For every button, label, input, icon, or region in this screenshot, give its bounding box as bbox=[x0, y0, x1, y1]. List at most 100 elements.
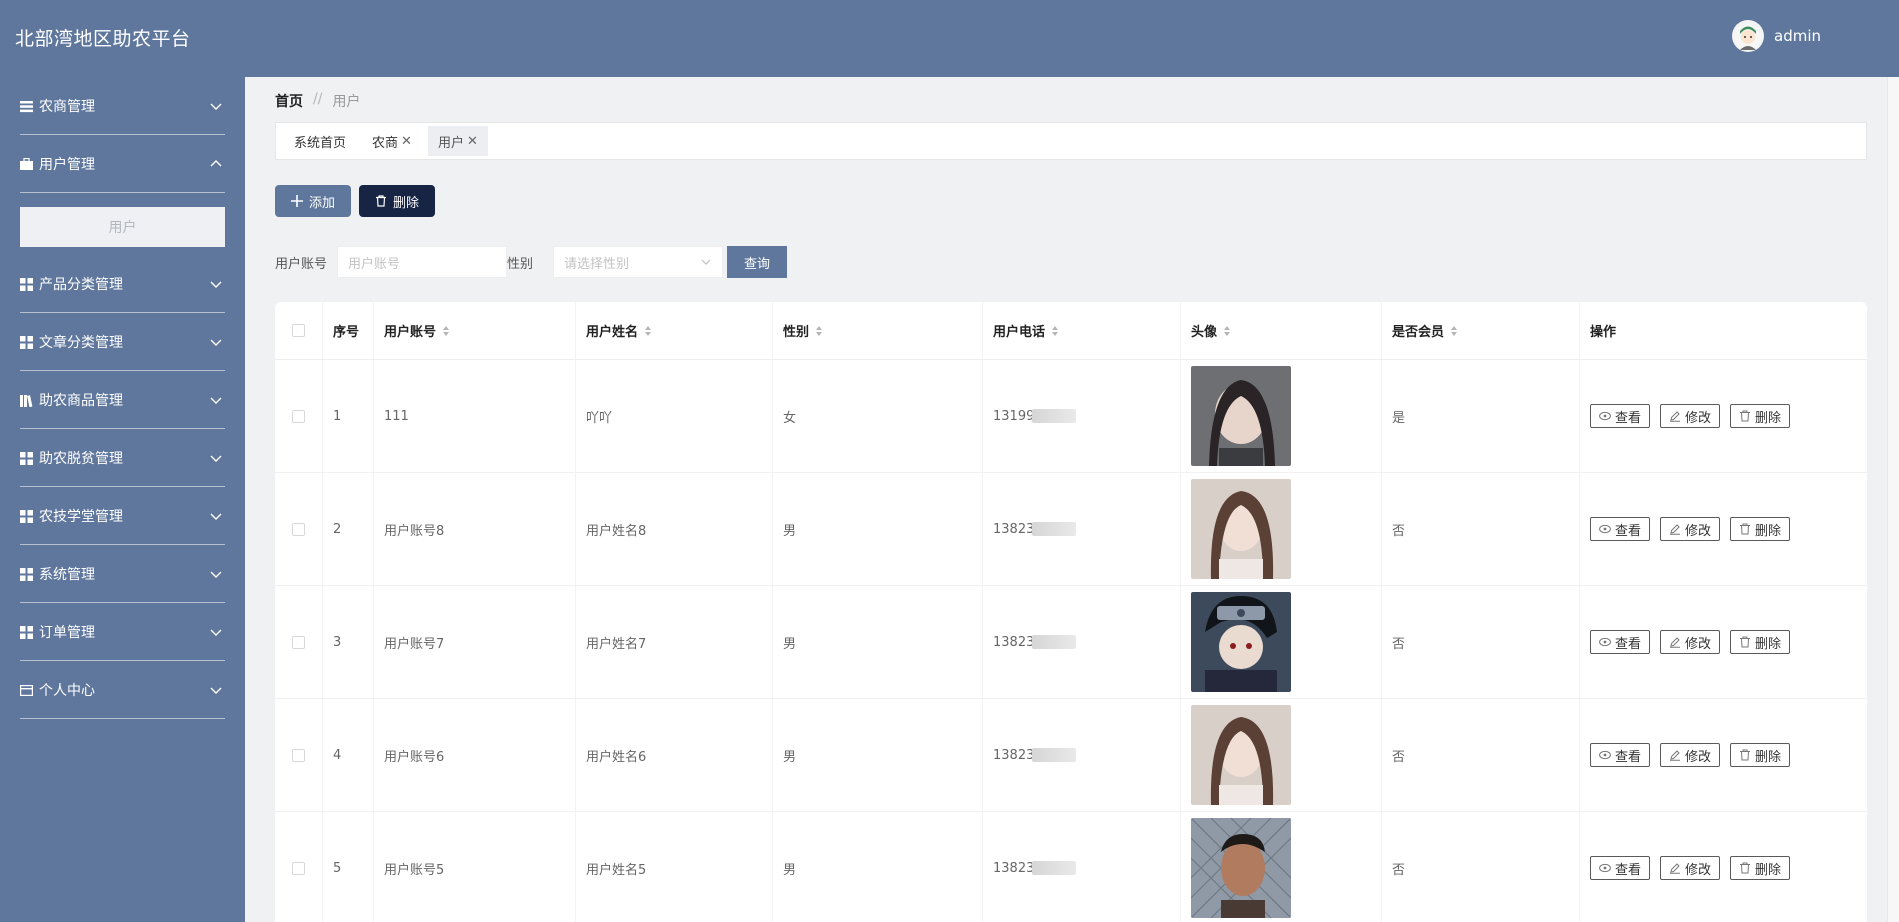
edit-button[interactable]: 修改 bbox=[1660, 630, 1721, 654]
sidebar-item-personal-center[interactable]: 个人中心 bbox=[0, 661, 245, 719]
column-header-label: 用户电话 bbox=[993, 325, 1046, 340]
sidebar-item-product-category[interactable]: 产品分类管理 bbox=[0, 255, 245, 313]
chevron-down-icon bbox=[210, 397, 222, 404]
view-button[interactable]: 查看 bbox=[1590, 743, 1651, 767]
row-actions: 查看 修改 删除 bbox=[1580, 812, 1867, 922]
column-header-sex[interactable]: 性别 bbox=[773, 302, 983, 359]
trash-icon bbox=[1740, 862, 1751, 874]
batch-delete-button-label: 删除 bbox=[392, 195, 419, 211]
sort-icon[interactable] bbox=[1450, 325, 1458, 337]
row-actions: 查看 修改 删除 bbox=[1580, 586, 1867, 698]
delete-button[interactable]: 删除 bbox=[1730, 404, 1791, 428]
sidebar-item-article-category[interactable]: 文章分类管理 bbox=[0, 313, 245, 371]
users-table: 序号 用户账号 用户姓名 性别 用户电话 头像 是否会员 操作 1 111 吖吖… bbox=[275, 302, 1867, 922]
column-header-phone[interactable]: 用户电话 bbox=[983, 302, 1181, 359]
user-avatar[interactable] bbox=[1732, 20, 1764, 52]
account-label: 用户账号 bbox=[275, 256, 328, 272]
row-actions: 查看 修改 删除 bbox=[1580, 360, 1867, 472]
tag-users[interactable]: 用户 ✕ bbox=[427, 126, 488, 156]
select-all-cell bbox=[275, 302, 323, 359]
card-icon bbox=[20, 684, 33, 696]
chevron-down-icon bbox=[210, 571, 222, 578]
tag-farm-business[interactable]: 农商 ✕ bbox=[362, 126, 422, 156]
row-select-cell bbox=[275, 473, 323, 585]
sidebar-item-agri-school[interactable]: 农技学堂管理 bbox=[0, 487, 245, 545]
row-name: 吖吖 bbox=[576, 360, 773, 472]
column-header-avatar[interactable]: 头像 bbox=[1181, 302, 1382, 359]
row-checkbox[interactable] bbox=[292, 409, 305, 423]
redacted-digits bbox=[1032, 522, 1077, 536]
edit-button[interactable]: 修改 bbox=[1660, 856, 1721, 880]
breadcrumb-home[interactable]: 首页 bbox=[275, 91, 303, 111]
eye-icon bbox=[1599, 750, 1611, 760]
sidebar-item-orders[interactable]: 订单管理 bbox=[0, 603, 245, 661]
select-all-checkbox[interactable] bbox=[292, 324, 305, 337]
add-button[interactable]: 添加 bbox=[275, 185, 351, 217]
sidebar-item-system[interactable]: 系统管理 bbox=[0, 545, 245, 603]
sex-select[interactable]: 请选择性别 bbox=[553, 246, 724, 278]
column-header-name[interactable]: 用户姓名 bbox=[576, 302, 773, 359]
column-header: 操作 bbox=[1590, 325, 1617, 340]
vertical-scrollbar[interactable] bbox=[1887, 77, 1899, 922]
close-icon[interactable]: ✕ bbox=[401, 134, 412, 149]
row-avatar-cell bbox=[1181, 699, 1382, 811]
user-avatar-photo[interactable] bbox=[1191, 592, 1291, 692]
user-avatar-photo[interactable] bbox=[1191, 818, 1291, 918]
sort-icon[interactable] bbox=[1051, 325, 1059, 337]
delete-button[interactable]: 删除 bbox=[1730, 517, 1791, 541]
view-button[interactable]: 查看 bbox=[1590, 630, 1651, 654]
table-row: 5 用户账号5 用户姓名5 男 13823 否 查看 修改 删除 bbox=[275, 812, 1867, 922]
row-checkbox[interactable] bbox=[292, 748, 305, 762]
row-select-cell bbox=[275, 586, 323, 698]
row-checkbox[interactable] bbox=[292, 522, 305, 536]
view-button[interactable]: 查看 bbox=[1590, 404, 1651, 428]
sort-icon[interactable] bbox=[815, 325, 823, 337]
top-bar: 北部湾地区助农平台 admin bbox=[0, 0, 1899, 77]
delete-button-label: 删除 bbox=[1755, 410, 1782, 426]
column-header-vip[interactable]: 是否会员 bbox=[1382, 302, 1580, 359]
user-avatar-photo[interactable] bbox=[1191, 705, 1291, 805]
batch-delete-button[interactable]: 删除 bbox=[359, 185, 435, 217]
sidebar-subitem-users[interactable]: 用户 bbox=[20, 207, 225, 247]
user-avatar-photo[interactable] bbox=[1191, 366, 1291, 466]
breadcrumb-current: 用户 bbox=[332, 94, 361, 110]
view-button-label: 查看 bbox=[1615, 862, 1642, 878]
sidebar-item-farm-business[interactable]: 农商管理 bbox=[0, 77, 245, 135]
delete-button[interactable]: 删除 bbox=[1730, 630, 1791, 654]
view-button[interactable]: 查看 bbox=[1590, 517, 1651, 541]
delete-button[interactable]: 删除 bbox=[1730, 743, 1791, 767]
view-button-label: 查看 bbox=[1615, 749, 1642, 765]
account-search-input[interactable]: 用户账号 bbox=[337, 246, 508, 278]
sidebar-item-poverty-relief[interactable]: 助农脱贫管理 bbox=[0, 429, 245, 487]
row-checkbox[interactable] bbox=[292, 635, 305, 649]
sort-icon[interactable] bbox=[1223, 325, 1231, 337]
column-header-account[interactable]: 用户账号 bbox=[374, 302, 576, 359]
close-icon[interactable]: ✕ bbox=[467, 134, 478, 149]
view-button-label: 查看 bbox=[1615, 636, 1642, 652]
briefcase-icon bbox=[20, 157, 33, 170]
sort-icon[interactable] bbox=[644, 325, 652, 337]
sidebar-item-label: 助农脱贫管理 bbox=[39, 451, 123, 467]
user-avatar-photo[interactable] bbox=[1191, 479, 1291, 579]
query-button[interactable]: 查询 bbox=[727, 246, 788, 278]
edit-button[interactable]: 修改 bbox=[1660, 404, 1721, 428]
edit-button[interactable]: 修改 bbox=[1660, 743, 1721, 767]
row-index: 3 bbox=[323, 586, 374, 698]
user-menu[interactable]: admin bbox=[1732, 20, 1821, 52]
tag-system-home[interactable]: 系统首页 bbox=[284, 126, 356, 156]
row-checkbox[interactable] bbox=[292, 861, 305, 875]
delete-button[interactable]: 删除 bbox=[1730, 856, 1791, 880]
edit-button-label: 修改 bbox=[1685, 636, 1712, 652]
sidebar-item-user-management[interactable]: 用户管理 bbox=[0, 135, 245, 193]
redacted-digits bbox=[1032, 861, 1077, 875]
row-phone-cell: 13823 bbox=[983, 699, 1181, 811]
sort-icon[interactable] bbox=[442, 325, 450, 337]
redacted-digits bbox=[1032, 748, 1077, 762]
grid-icon bbox=[20, 335, 33, 349]
sidebar-item-agri-goods[interactable]: 助农商品管理 bbox=[0, 371, 245, 429]
view-button-label: 查看 bbox=[1615, 410, 1642, 426]
sex-select-placeholder: 请选择性别 bbox=[564, 256, 630, 272]
edit-button[interactable]: 修改 bbox=[1660, 517, 1721, 541]
sidebar-item-label: 系统管理 bbox=[39, 567, 95, 583]
view-button[interactable]: 查看 bbox=[1590, 856, 1651, 880]
